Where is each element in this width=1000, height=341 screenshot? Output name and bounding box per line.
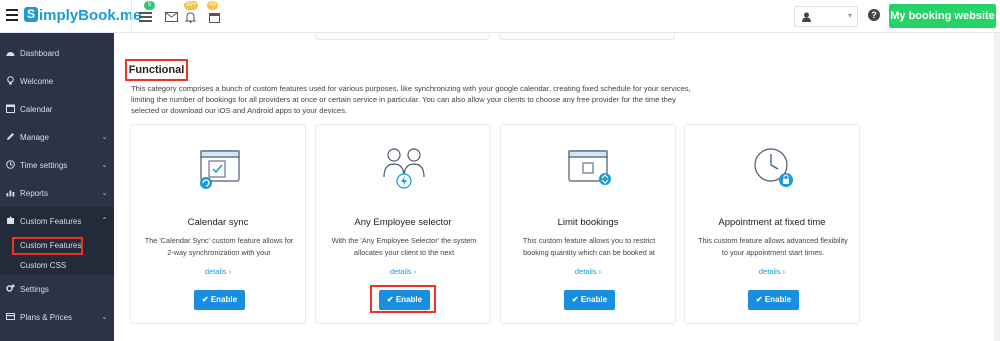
card-description: With the 'Any Employee Selector' the sys… (331, 236, 477, 257)
feature-card-appointment-fixed-time: Appointment at fixed time This custom fe… (684, 124, 860, 324)
gears-icon (6, 284, 15, 292)
my-booking-website-button[interactable]: My booking website (889, 4, 996, 28)
enable-button[interactable]: ✔ Enable (194, 290, 245, 310)
card-icon (6, 313, 15, 320)
limit-calendar-icon (568, 150, 611, 185)
pencil-icon (7, 133, 14, 140)
details-link[interactable]: details › (685, 267, 859, 276)
sidebar-item-reports[interactable]: Reports ⌄ (0, 179, 114, 207)
tasks-badge: 5 (144, 1, 155, 10)
calendar-icon (6, 104, 15, 113)
card-description: This custom feature allows you to restri… (522, 236, 656, 257)
section-description: This category comprises a bunch of custo… (131, 84, 691, 115)
section-title: Functional (125, 59, 188, 81)
card-title: Limit bookings (557, 217, 619, 228)
menu-icon[interactable] (6, 9, 18, 21)
chevron-down-icon: ⌄ (101, 132, 108, 141)
scrollbar[interactable] (994, 33, 1000, 341)
sidebar-subitem-custom-css[interactable]: Custom CSS (0, 255, 114, 275)
details-link[interactable]: details › (316, 267, 490, 276)
envelope-icon (165, 12, 178, 22)
tasks-button[interactable]: 5 (132, 1, 160, 31)
notifications-badge: 99+ (184, 1, 199, 10)
calendar-button[interactable]: 48 (202, 1, 230, 31)
user-icon (802, 12, 811, 22)
top-icons: 5 99+ 48 (131, 1, 220, 31)
dashboard-icon (6, 52, 15, 56)
employees-icon (383, 148, 425, 189)
sidebar-item-manage[interactable]: Manage ⌄ (0, 123, 114, 151)
bulb-icon (7, 76, 14, 85)
puzzle-icon (7, 216, 14, 224)
sidebar: Dashboard Welcome Calendar Manage ⌄ Time… (0, 33, 114, 341)
card-title: Any Employee selector (354, 217, 452, 228)
custom-features-highlight (12, 237, 83, 255)
sidebar-item-plans-prices[interactable]: Plans & Prices ⌄ (0, 303, 114, 331)
enable-button-highlight (370, 285, 436, 313)
bell-icon (185, 12, 196, 23)
list-icon (139, 12, 152, 22)
top-bar: SimplyBook.me 5 99+ 48 ▾ ? My booking we… (0, 0, 1000, 33)
sidebar-item-dashboard[interactable]: Dashboard (0, 39, 114, 67)
calendar-badge: 48 (207, 1, 218, 10)
help-button[interactable]: ? (868, 9, 880, 21)
chevron-down-icon: ⌄ (101, 312, 108, 321)
chevron-down-icon: ⌄ (101, 188, 108, 197)
sidebar-item-settings[interactable]: Settings (0, 275, 114, 303)
card-title: Calendar sync (187, 217, 249, 228)
chevron-down-icon: ▾ (847, 11, 852, 20)
sidebar-item-calendar[interactable]: Calendar (0, 95, 114, 123)
sidebar-item-welcome[interactable]: Welcome (0, 67, 114, 95)
card-description: This custom feature allows advanced flex… (698, 236, 848, 257)
card-above (499, 33, 675, 40)
chart-icon (6, 190, 15, 197)
feature-card-calendar-sync: Calendar sync The 'Calendar Sync' custom… (130, 124, 306, 324)
calendar-sync-icon (200, 150, 240, 189)
enable-button[interactable]: ✔ Enable (564, 290, 615, 310)
clock-icon (6, 160, 15, 169)
chevron-down-icon: ⌄ (101, 160, 108, 169)
feature-card-limit-bookings: Limit bookings This custom feature allow… (500, 124, 676, 324)
sidebar-item-time-settings[interactable]: Time settings ⌄ (0, 151, 114, 179)
clock-lock-icon (754, 148, 793, 187)
enable-button[interactable]: ✔ Enable (748, 290, 799, 310)
user-dropdown[interactable]: ▾ (794, 6, 858, 27)
details-link[interactable]: details › (501, 267, 675, 276)
sidebar-item-custom-features[interactable]: Custom Features ⌃ (0, 207, 114, 235)
logo[interactable]: SimplyBook.me (24, 7, 142, 24)
card-title: Appointment at fixed time (718, 217, 826, 228)
card-description: The 'Calendar Sync' custom feature allow… (144, 236, 294, 257)
chevron-up-icon: ⌃ (101, 216, 108, 225)
calendar-small-icon (209, 13, 220, 23)
details-link[interactable]: details › (131, 267, 305, 276)
card-above (315, 33, 490, 40)
